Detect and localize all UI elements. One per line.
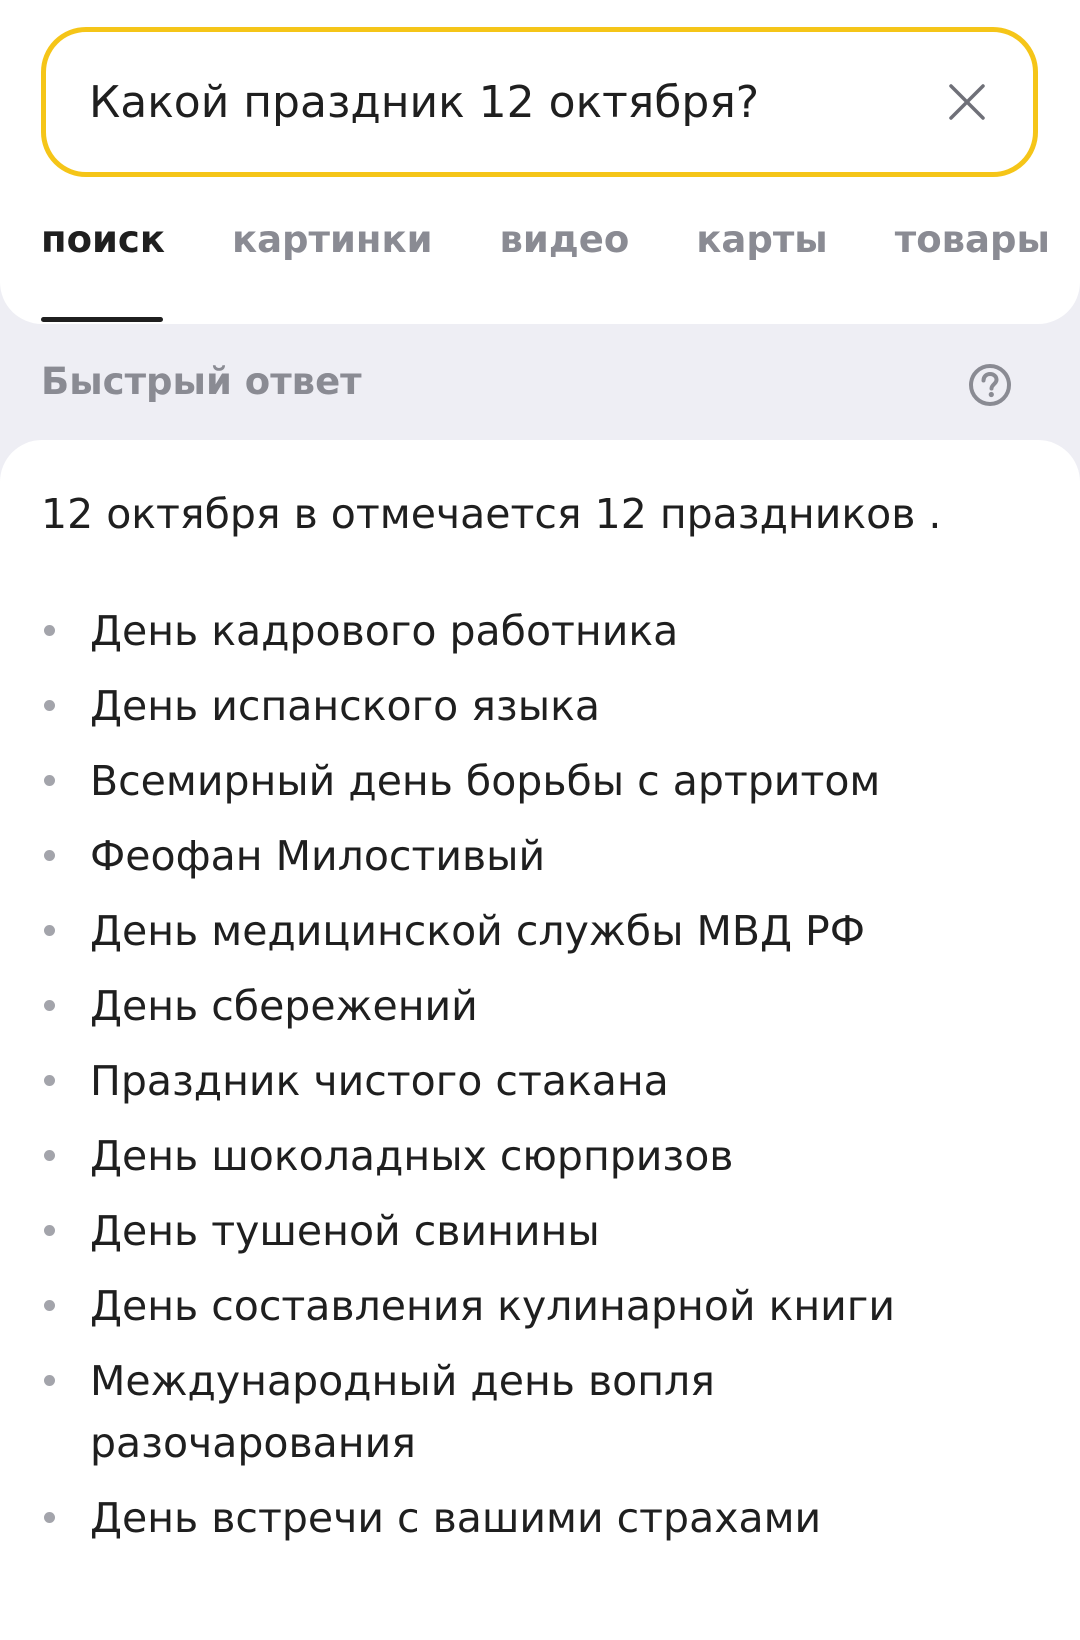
bullet-icon [44,925,55,936]
tab-label: видео [499,218,630,261]
tab-search[interactable]: поиск [41,218,165,322]
clear-search-button[interactable] [941,76,993,128]
tab-label: картинки [231,218,433,261]
holiday-list: День кадрового работника День испанского… [0,600,1080,1562]
bullet-icon [44,1375,55,1386]
list-item: День шоколадных сюрпризов [0,1125,1080,1187]
list-item: Всемирный день борьбы с артритом [0,750,1080,812]
list-item: Международный день вопля разочарования [0,1350,1080,1474]
bullet-icon [44,700,55,711]
list-item: Феофан Милостивый [0,825,1080,887]
bullet-icon [44,1150,55,1161]
active-tab-indicator [41,317,163,322]
list-item-text: День тушеной свинины [90,1207,600,1255]
tab-images[interactable]: картинки [232,218,433,318]
quick-answer-label: Быстрый ответ [41,360,362,403]
answer-intro: 12 октября в отмечается 12 праздников . [41,490,942,538]
list-item: День испанского языка [0,675,1080,737]
bullet-icon [44,1075,55,1086]
list-item-text: Феофан Милостивый [90,832,546,880]
list-item-text: День сбережений [90,982,478,1030]
bullet-icon [44,850,55,861]
close-icon [949,84,985,120]
list-item: День встречи с вашими страхами [0,1487,1080,1549]
question-circle-icon[interactable] [968,363,1012,407]
tab-label: товары [894,218,1050,261]
tab-video[interactable]: видео [500,218,630,318]
list-item: День кадрового работника [0,600,1080,662]
search-input[interactable] [89,32,909,172]
list-item-text: День медицинской службы МВД РФ [90,907,866,955]
list-item: День тушеной свинины [0,1200,1080,1262]
tab-products[interactable]: товары [895,218,1050,318]
list-item-text: Международный день вопля разочарования [90,1357,715,1467]
list-item-text: День испанского языка [90,682,600,730]
list-item-text: Всемирный день борьбы с артритом [90,757,881,805]
bullet-icon [44,625,55,636]
list-item: День составления кулинарной книги [0,1275,1080,1337]
quick-answer-card: 12 октября в отмечается 12 праздников . … [0,440,1080,1640]
search-box[interactable] [41,27,1038,177]
bullet-icon [44,1512,55,1523]
search-tabs: поиск картинки видео карты товары [41,218,1080,322]
list-item-text: День шоколадных сюрпризов [90,1132,734,1180]
tab-maps[interactable]: карты [696,218,827,318]
tab-label: поиск [41,218,165,261]
search-header: поиск картинки видео карты товары [0,0,1080,324]
tab-label: карты [696,218,828,261]
bullet-icon [44,1225,55,1236]
bullet-icon [44,1300,55,1311]
list-item: Праздник чистого стакана [0,1050,1080,1112]
list-item-text: День кадрового работника [90,607,679,655]
list-item: День медицинской службы МВД РФ [0,900,1080,962]
list-item-text: Праздник чистого стакана [90,1057,669,1105]
list-item: День сбережений [0,975,1080,1037]
list-item-text: День встречи с вашими страхами [90,1494,822,1542]
bullet-icon [44,775,55,786]
bullet-icon [44,1000,55,1011]
list-item-text: День составления кулинарной книги [90,1282,895,1330]
